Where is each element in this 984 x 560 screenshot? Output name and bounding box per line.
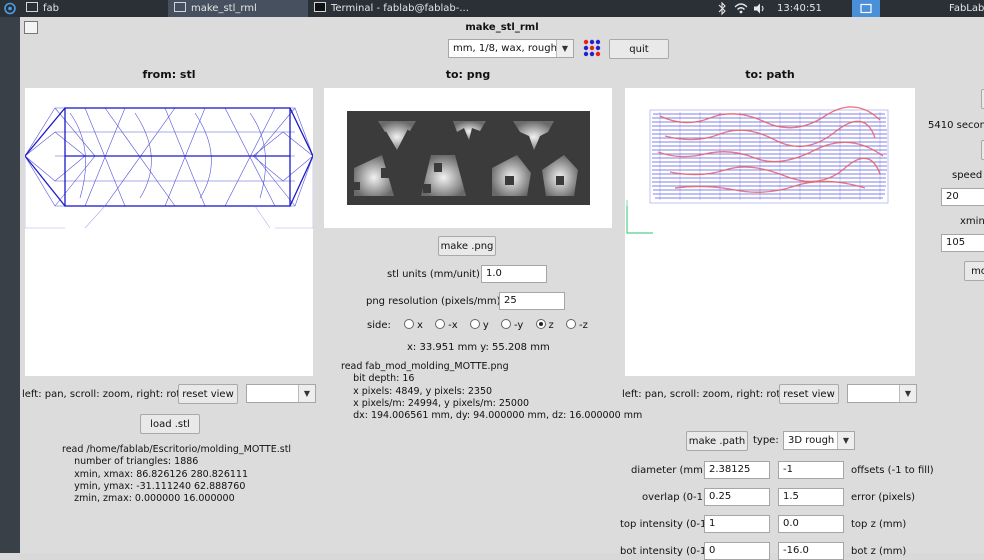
- path-view-canvas[interactable]: [625, 88, 915, 376]
- cursor-position-readout: x: 33.951 mm y: 55.208 mm: [407, 342, 550, 353]
- quit-button[interactable]: quit: [609, 39, 669, 59]
- stl-reset-view-button[interactable]: reset view: [178, 384, 238, 404]
- stl-mesh-drawing: [24, 107, 314, 229]
- desktop-left-strip: [0, 17, 20, 553]
- error-input[interactable]: 1.5: [778, 488, 844, 506]
- path-type-label: type:: [753, 435, 779, 446]
- top-z-input[interactable]: 0.0: [778, 515, 844, 533]
- taskbar-item-label: make_stl_rml: [191, 3, 257, 14]
- radio-icon: [500, 319, 511, 329]
- bot-z-input[interactable]: -16.0: [778, 542, 844, 560]
- png-view-canvas: [324, 88, 612, 228]
- path-type-select[interactable]: 3D rough ▼: [783, 431, 855, 450]
- overlap-label: overlap (0-1): [642, 492, 707, 503]
- mode-select-value: mm, 1/8, wax, rough: [453, 43, 557, 54]
- mode-select[interactable]: mm, 1/8, wax, rough ▼: [448, 39, 574, 58]
- side-option-label: -y: [513, 320, 524, 331]
- top-intensity-label: top intensity (0-1): [620, 519, 711, 530]
- app-menu-icon[interactable]: [3, 0, 17, 17]
- taskbar: fab make_stl_rml Terminal - fablab@fabla…: [0, 0, 984, 17]
- stl-view-select[interactable]: ▼: [246, 384, 316, 403]
- png-info-text: read fab_mod_molding_MOTTE.png bit depth…: [341, 361, 643, 422]
- stl-view-canvas[interactable]: [24, 88, 314, 376]
- radio-selected-icon: [535, 319, 546, 329]
- stl-units-input[interactable]: 1.0: [481, 265, 547, 283]
- side-radio-group: side: x -x y -y z -z: [367, 319, 597, 331]
- stl-view-help: left: pan, scroll: zoom, right: rotate: [22, 389, 197, 400]
- stl-units-label: stl units (mm/unit):: [387, 269, 484, 280]
- overlap-input[interactable]: 0.25: [704, 488, 770, 506]
- fab-logo-icon: [583, 39, 601, 57]
- top-intensity-input[interactable]: 1: [704, 515, 770, 533]
- diameter-input[interactable]: 2.38125: [704, 461, 770, 479]
- png-heading: to: png: [445, 68, 491, 81]
- png-resolution-label: png resolution (pixels/mm):: [366, 296, 504, 307]
- offsets-input[interactable]: -1: [778, 461, 844, 479]
- path-view-help: left: pan, scroll: zoom, right: rotate: [622, 389, 797, 400]
- wifi-icon[interactable]: [734, 0, 748, 17]
- taskbar-item-label: fab: [43, 3, 59, 14]
- offsets-label: offsets (-1 to fill): [851, 465, 934, 476]
- bot-z-label: bot z (mm): [851, 546, 907, 557]
- terminal-icon: [314, 2, 326, 12]
- stl-info-text: read /home/fablab/Escritorio/molding_MOT…: [62, 444, 292, 505]
- clock[interactable]: 13:40:51: [777, 0, 822, 17]
- bluetooth-icon[interactable]: [718, 0, 727, 17]
- make-path-button[interactable]: make .path: [686, 431, 748, 451]
- window-icon: [26, 2, 38, 12]
- side-option-label: x: [417, 320, 423, 331]
- volume-icon[interactable]: [753, 0, 766, 17]
- radio-icon: [404, 319, 415, 329]
- load-stl-button[interactable]: load .stl: [140, 414, 200, 434]
- side-option-z[interactable]: z: [535, 319, 554, 331]
- error-label: error (pixels): [851, 492, 916, 503]
- make-png-button[interactable]: make .png: [438, 236, 496, 256]
- side-option-label: z: [548, 320, 554, 331]
- radio-icon: [565, 319, 576, 329]
- user-name[interactable]: FabLab: [949, 0, 984, 17]
- chevron-down-icon: ▼: [298, 385, 315, 402]
- png-heightmap-image: [347, 111, 590, 205]
- side-option-y[interactable]: y: [469, 319, 489, 331]
- side-option-label: -x: [448, 320, 458, 331]
- stl-heading: from: stl: [142, 68, 196, 81]
- window-title: make_stl_rml: [465, 22, 539, 33]
- taskbar-item-make-stl-rml[interactable]: make_stl_rml: [168, 0, 308, 17]
- xmin-input[interactable]: 105: [941, 234, 984, 252]
- bot-intensity-input[interactable]: 0: [704, 542, 770, 560]
- chevron-down-icon: ▼: [837, 432, 854, 449]
- taskbar-item-fab[interactable]: fab: [26, 0, 59, 17]
- path-reset-view-button[interactable]: reset view: [779, 384, 839, 404]
- toolpath-drawing: [626, 106, 889, 234]
- chevron-down-icon: ▼: [556, 40, 573, 57]
- png-resolution-input[interactable]: 25: [499, 292, 565, 310]
- window-icon: [174, 2, 186, 12]
- side-label: side:: [367, 320, 391, 331]
- app-window: make_stl_rml mm, 1/8, wax, rough ▼ quit …: [20, 17, 984, 560]
- chevron-down-icon: ▼: [899, 385, 916, 402]
- path-heading: to: path: [745, 68, 795, 81]
- diameter-label: diameter (mm): [631, 465, 707, 476]
- side-option-label: y: [482, 320, 489, 331]
- speed-input[interactable]: 20: [941, 188, 984, 206]
- radio-icon: [435, 319, 446, 329]
- side-option-neg-z[interactable]: -z: [565, 319, 588, 331]
- path-type-value: 3D rough: [788, 435, 835, 446]
- show-desktop-icon[interactable]: [852, 0, 880, 17]
- taskbar-item-terminal[interactable]: Terminal - fablab@fablab-...: [314, 0, 469, 17]
- speed-label: speed (: [952, 170, 984, 181]
- path-view-select[interactable]: ▼: [847, 384, 917, 403]
- taskbar-item-label: Terminal - fablab@fablab-...: [331, 3, 469, 14]
- machining-time-readout: 5410 seconds: [928, 120, 984, 131]
- side-option-neg-x[interactable]: -x: [435, 319, 458, 331]
- xmin-label: xmin: [960, 216, 984, 227]
- top-z-label: top z (mm): [851, 519, 907, 530]
- side-option-label: -z: [578, 320, 588, 331]
- radio-icon: [469, 319, 480, 329]
- partial-button-3[interactable]: mo: [964, 261, 984, 281]
- bot-intensity-label: bot intensity (0-1): [620, 546, 711, 557]
- side-option-neg-y[interactable]: -y: [500, 319, 524, 331]
- side-option-x[interactable]: x: [404, 319, 423, 331]
